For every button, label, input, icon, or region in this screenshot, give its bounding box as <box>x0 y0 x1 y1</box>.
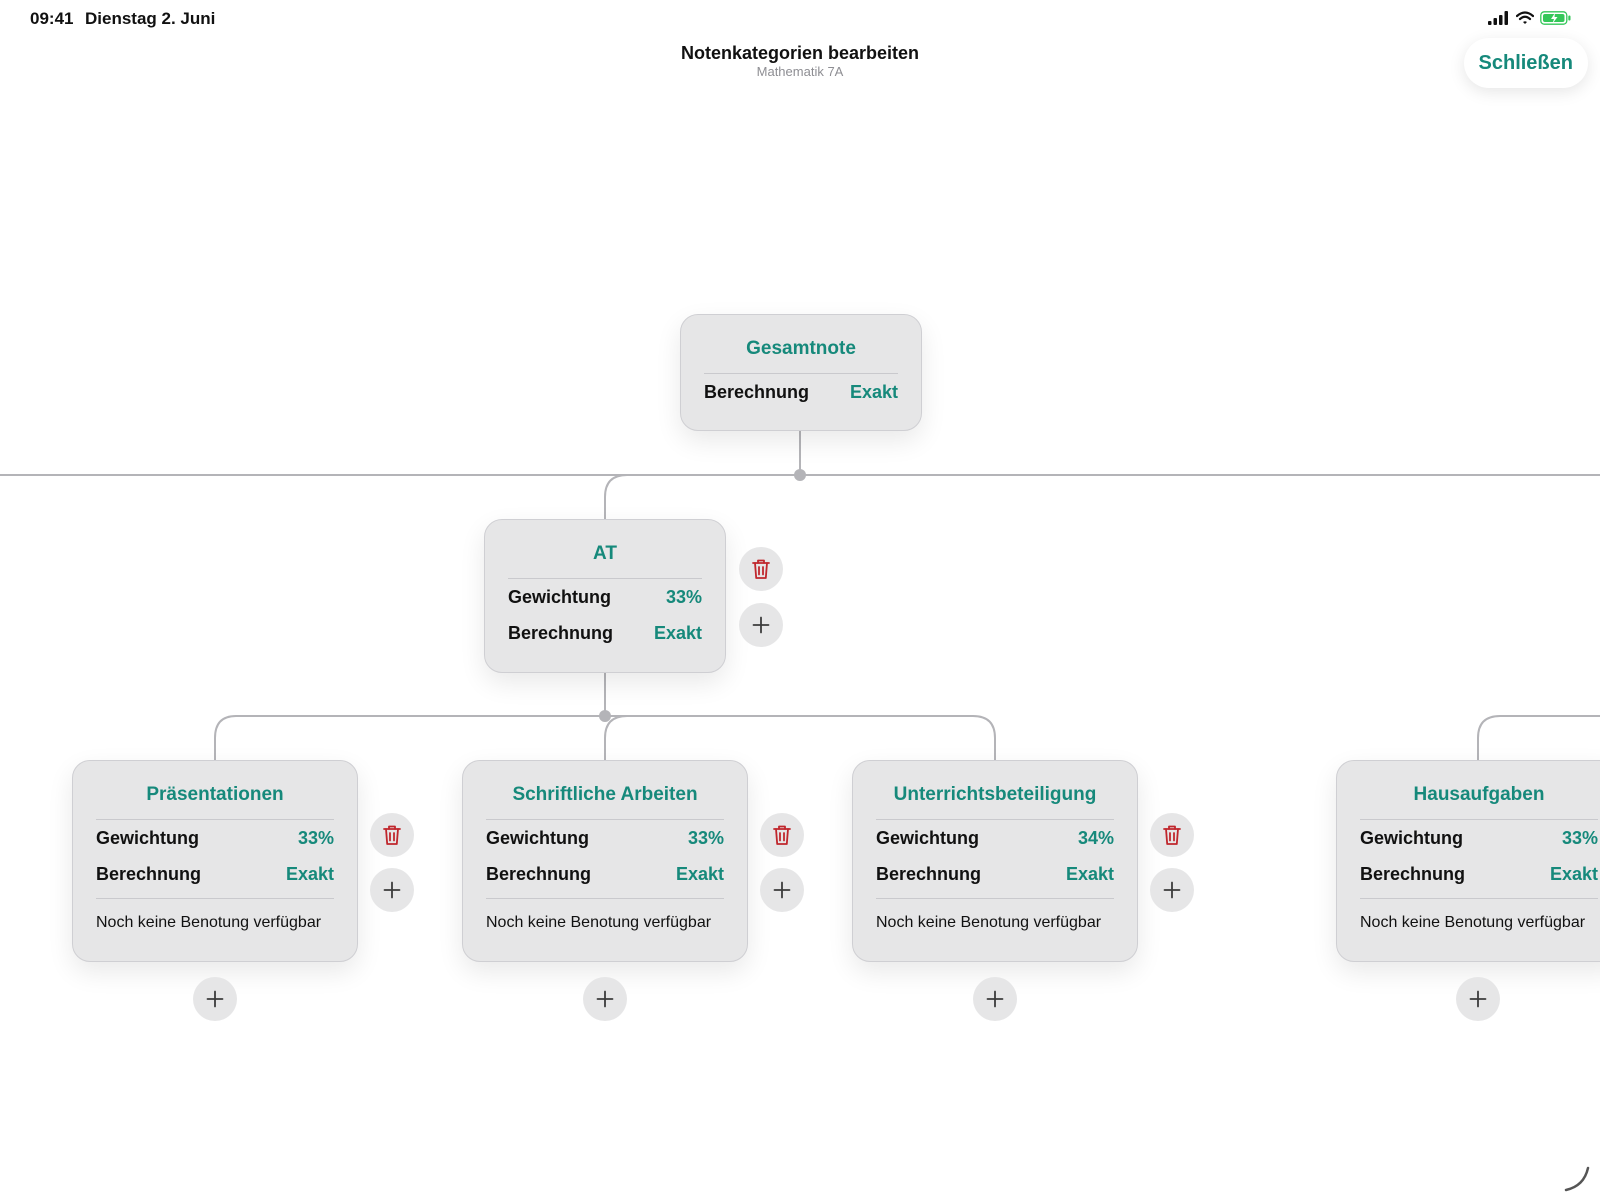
category-node-praesentationen[interactable]: Präsentationen Gewichtung 33% Berechnung… <box>72 760 358 962</box>
weight-row[interactable]: Gewichtung 33% <box>1360 820 1598 856</box>
grade-status-text: Noch keine Benotung verfügbar <box>876 898 1114 945</box>
weight-row[interactable]: Gewichtung 33% <box>486 820 724 856</box>
connector-junction-root <box>794 469 806 481</box>
weight-value[interactable]: 33% <box>1562 828 1598 849</box>
calculation-label: Berechnung <box>508 622 614 643</box>
calculation-label: Berechnung <box>96 863 202 884</box>
calculation-row[interactable]: Berechnung Exakt <box>876 856 1114 892</box>
add-sibling-button[interactable] <box>739 603 783 647</box>
add-sibling-button[interactable] <box>370 868 414 912</box>
weight-row[interactable]: Gewichtung 34% <box>876 820 1114 856</box>
node-title: Schriftliche Arbeiten <box>486 761 724 820</box>
calculation-label: Berechnung <box>486 863 592 884</box>
weight-value[interactable]: 34% <box>1078 828 1114 849</box>
calculation-row[interactable]: Berechnung Exakt <box>96 856 334 892</box>
delete-category-button[interactable] <box>739 547 783 591</box>
weight-label: Gewichtung <box>486 827 589 848</box>
plus-icon <box>1163 881 1181 899</box>
plus-icon <box>773 881 791 899</box>
trash-icon <box>383 825 401 845</box>
calculation-row[interactable]: Berechnung Exakt <box>508 615 702 651</box>
trash-icon <box>752 559 770 579</box>
connector-junction-at <box>599 710 611 722</box>
weight-value[interactable]: 33% <box>688 828 724 849</box>
weight-label: Gewichtung <box>876 827 979 848</box>
calculation-label: Berechnung <box>876 863 982 884</box>
calculation-value[interactable]: Exakt <box>1066 864 1114 885</box>
calculation-value[interactable]: Exakt <box>286 864 334 885</box>
calculation-row[interactable]: Berechnung Exakt <box>704 374 898 410</box>
node-title: Unterrichtsbeteiligung <box>876 761 1114 820</box>
calculation-value[interactable]: Exakt <box>1550 864 1598 885</box>
node-title: AT <box>508 520 702 579</box>
add-child-button[interactable] <box>1456 977 1500 1021</box>
calculation-value[interactable]: Exakt <box>654 623 702 644</box>
root-node-gesamtnote[interactable]: Gesamtnote Berechnung Exakt <box>680 314 922 431</box>
weight-label: Gewichtung <box>1360 827 1463 848</box>
add-child-button[interactable] <box>583 977 627 1021</box>
plus-icon <box>596 990 614 1008</box>
trash-icon <box>1163 825 1181 845</box>
grade-status-text: Noch keine Benotung verfügbar <box>486 898 724 945</box>
category-node-at[interactable]: AT Gewichtung 33% Berechnung Exakt <box>484 519 726 673</box>
weight-label: Gewichtung <box>96 827 199 848</box>
weight-label: Gewichtung <box>508 586 611 607</box>
node-title: Präsentationen <box>96 761 334 820</box>
grade-status-text: Noch keine Benotung verfügbar <box>1360 898 1598 945</box>
delete-category-button[interactable] <box>1150 813 1194 857</box>
calculation-row[interactable]: Berechnung Exakt <box>486 856 724 892</box>
delete-category-button[interactable] <box>760 813 804 857</box>
calculation-value[interactable]: Exakt <box>676 864 724 885</box>
plus-icon <box>206 990 224 1008</box>
weight-value[interactable]: 33% <box>666 587 702 608</box>
node-title: Hausaufgaben <box>1360 761 1598 820</box>
plus-icon <box>752 616 770 634</box>
category-node-unterrichtsbeteiligung[interactable]: Unterrichtsbeteiligung Gewichtung 34% Be… <box>852 760 1138 962</box>
tree-connectors <box>0 431 1600 760</box>
resize-corner-icon[interactable] <box>1562 1164 1592 1194</box>
weight-value[interactable]: 33% <box>298 828 334 849</box>
node-title: Gesamtnote <box>704 315 898 374</box>
plus-icon <box>383 881 401 899</box>
add-sibling-button[interactable] <box>1150 868 1194 912</box>
calculation-label: Berechnung <box>704 381 810 402</box>
weight-row[interactable]: Gewichtung 33% <box>508 579 702 615</box>
plus-icon <box>1469 990 1487 1008</box>
calculation-row[interactable]: Berechnung Exakt <box>1360 856 1598 892</box>
add-child-button[interactable] <box>973 977 1017 1021</box>
calculation-label: Berechnung <box>1360 863 1466 884</box>
add-sibling-button[interactable] <box>760 868 804 912</box>
plus-icon <box>986 990 1004 1008</box>
add-child-button[interactable] <box>193 977 237 1021</box>
category-node-hausaufgaben[interactable]: Hausaufgaben Gewichtung 33% Berechnung E… <box>1336 760 1600 962</box>
category-node-schriftliche-arbeiten[interactable]: Schriftliche Arbeiten Gewichtung 33% Ber… <box>462 760 748 962</box>
trash-icon <box>773 825 791 845</box>
calculation-value[interactable]: Exakt <box>850 382 898 403</box>
weight-row[interactable]: Gewichtung 33% <box>96 820 334 856</box>
grade-status-text: Noch keine Benotung verfügbar <box>96 898 334 945</box>
delete-category-button[interactable] <box>370 813 414 857</box>
